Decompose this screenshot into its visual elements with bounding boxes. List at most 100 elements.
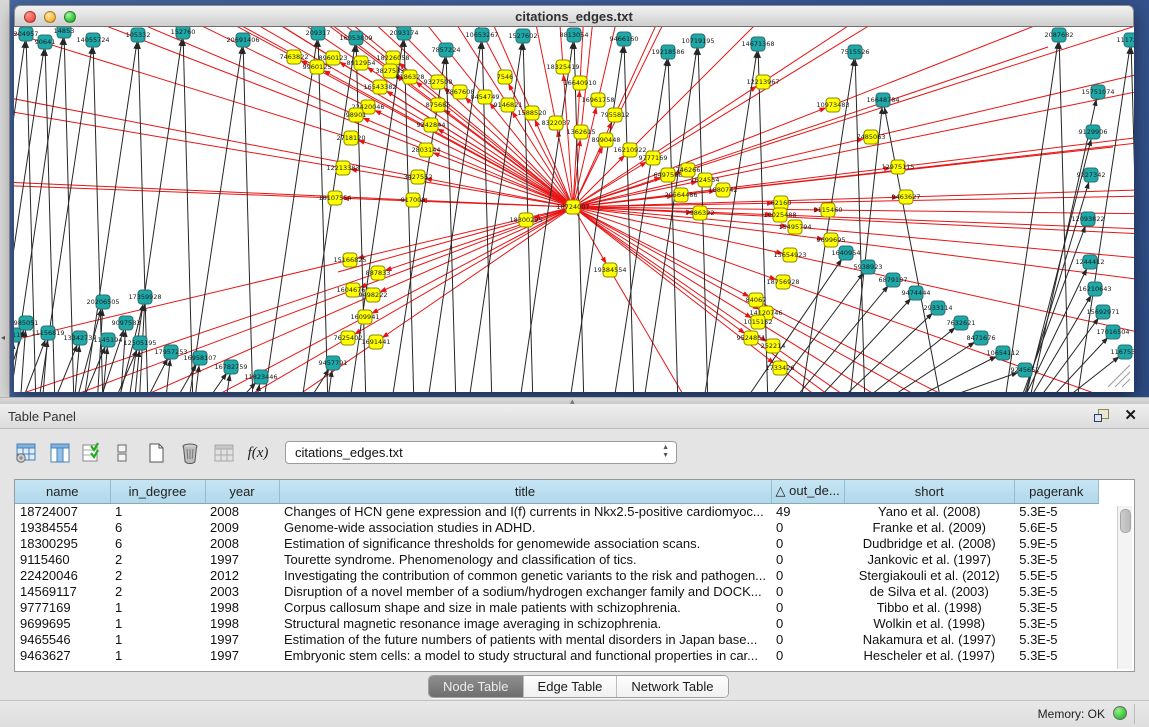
cell: 18724007 (15, 503, 110, 520)
edge (573, 83, 1134, 207)
panel-expand-arrow-icon[interactable]: ◂ (1, 333, 5, 342)
cytoscape-desktop: ◂ citations_edges.txt 204957906411485314… (0, 0, 1149, 397)
table-mode-button[interactable] (12, 439, 40, 467)
edge (26, 34, 36, 392)
trash-icon (179, 442, 201, 464)
arrowhead-icon (883, 107, 888, 114)
cell: 1998 (205, 616, 279, 632)
cell: Hescheler et al. (1997) (844, 648, 1014, 664)
cell: 1 (110, 632, 205, 648)
tab-edge-table[interactable]: Edge Table (524, 676, 618, 697)
arrowhead-icon (1084, 182, 1089, 189)
fx-icon: f(x) (248, 445, 269, 462)
cell: 5.6E-5 (1014, 520, 1098, 536)
close-panel-icon[interactable]: ✕ (1124, 406, 1137, 424)
select-columns-button[interactable] (78, 439, 106, 467)
table-type-segmented-control[interactable]: Node Table Edge Table Network Table (428, 675, 729, 698)
graph-node-label: 20691406 (226, 36, 259, 44)
table-row[interactable]: 1830029562008Estimation of significance … (15, 536, 1098, 552)
graph-node-label: 9242844 (417, 121, 446, 129)
table-disabled-icon (213, 442, 235, 464)
function-builder-button[interactable]: f(x) (244, 439, 272, 467)
resize-grip-icon[interactable] (1122, 379, 1130, 387)
status-divider (1134, 704, 1135, 724)
cell: 5.3E-5 (1014, 584, 1098, 600)
cell: 2 (110, 552, 205, 568)
graph-node-label: 7463822 (280, 53, 309, 61)
graph-node-label: 1080742 (709, 186, 738, 194)
table-row[interactable]: 946362711997Embryonic stem cells: a mode… (15, 648, 1098, 664)
column-header-in_degree[interactable]: in_degree (110, 480, 205, 503)
cell: 5.3E-5 (1014, 600, 1098, 616)
column-header-title[interactable]: title (279, 480, 771, 503)
column-header-pagerank[interactable]: pagerank (1014, 480, 1098, 503)
create-column-button[interactable] (142, 439, 170, 467)
table-row[interactable]: 2242004622012Investigating the contribut… (15, 568, 1098, 584)
cell: 0 (771, 648, 844, 664)
tab-network-table[interactable]: Network Table (617, 676, 727, 697)
table-row[interactable]: 1938455462009Genome-wide association stu… (15, 520, 1098, 536)
cell: 6 (110, 536, 205, 552)
table-row[interactable]: 1872400712008Changes of HCN gene express… (15, 503, 1098, 520)
arrowhead-icon (41, 340, 46, 347)
cell: 9699695 (15, 616, 110, 632)
row-height-button[interactable] (108, 439, 136, 467)
graph-node-label: 3427552 (404, 173, 433, 181)
table-columns-icon (49, 442, 71, 464)
table-row[interactable]: 969969511998Structural magnetic resonanc… (15, 616, 1098, 632)
graph-node-label: 18300295 (509, 216, 542, 224)
cell: 9115460 (15, 552, 110, 568)
import-table-button[interactable] (210, 439, 238, 467)
graph-node-label: 887833 (366, 269, 391, 277)
table-panel-header: Table Panel ✕ (0, 404, 1149, 429)
scrollbar-thumb[interactable] (1120, 509, 1131, 533)
delete-column-button[interactable] (176, 439, 204, 467)
node-table[interactable]: namein_degreeyeartitle△ out_de...shortpa… (14, 479, 1135, 672)
edge (883, 100, 942, 392)
cell: 2012 (205, 568, 279, 584)
show-columns-button[interactable] (46, 439, 74, 467)
network-window[interactable]: citations_edges.txt 20495790641148531405… (14, 5, 1134, 392)
table-select-dropdown[interactable]: citations_edges.txt ▲▼ (285, 441, 677, 464)
graph-node-label: 16210922 (613, 146, 646, 154)
citation-network-graph[interactable]: 2049579064114853140557241053321527602069… (14, 27, 1134, 392)
cell: 22420046 (15, 568, 110, 584)
graph-node-label: 16648784 (866, 96, 899, 104)
graph-node-label: 16543382 (363, 83, 396, 91)
column-header-out_de[interactable]: △ out_de... (771, 480, 844, 503)
network-window-titlebar[interactable]: citations_edges.txt (14, 5, 1134, 27)
float-panel-icon[interactable] (1094, 409, 1109, 423)
vertical-scrollbar[interactable] (1117, 506, 1132, 669)
column-header-name[interactable]: name (15, 480, 110, 503)
node-table-grid[interactable]: namein_degreeyeartitle△ out_de...shortpa… (15, 480, 1099, 664)
table-panel-title: Table Panel (8, 409, 76, 424)
network-canvas[interactable]: 2049579064114853140557241053321527602069… (14, 27, 1134, 392)
cell: 2009 (205, 520, 279, 536)
table-row[interactable]: 946554611997Estimation of the future num… (15, 632, 1098, 648)
table-row[interactable]: 1456911722003Disruption of a novel membe… (15, 584, 1098, 600)
edge (573, 207, 1116, 392)
cell: 9777169 (15, 600, 110, 616)
graph-node-label: 985051 (14, 319, 38, 327)
memory-ok-led-icon (1113, 706, 1127, 720)
panel-splitter[interactable]: ▴ (0, 397, 1149, 404)
graph-node-label: 10025488 (763, 211, 796, 219)
column-header-year[interactable]: year (205, 480, 279, 503)
table-row[interactable]: 911546021997Tourette syndrome. Phenomeno… (15, 552, 1098, 568)
column-header-short[interactable]: short (844, 480, 1014, 503)
graph-node-label: 9245652 (1011, 366, 1040, 374)
graph-node-label: 2803144 (412, 146, 441, 154)
graph-node-label: 15495794 (778, 223, 811, 231)
arrowhead-icon (226, 374, 231, 381)
graph-node-label: 7546 (497, 73, 514, 81)
graph-node-label: 152760 (171, 28, 196, 36)
tab-node-table[interactable]: Node Table (429, 676, 524, 697)
graph-node-label: 1624554 (691, 176, 720, 184)
resize-grip-icon[interactable] (1115, 372, 1130, 387)
table-row[interactable]: 977716911998Corpus callosum shape and si… (15, 600, 1098, 616)
edge (573, 47, 1048, 207)
graph-node-label: 204957 (14, 30, 38, 38)
collapsed-left-panel[interactable]: ◂ (0, 0, 10, 397)
cell: 1 (110, 616, 205, 632)
graph-node-label: 9097583 (112, 319, 141, 327)
